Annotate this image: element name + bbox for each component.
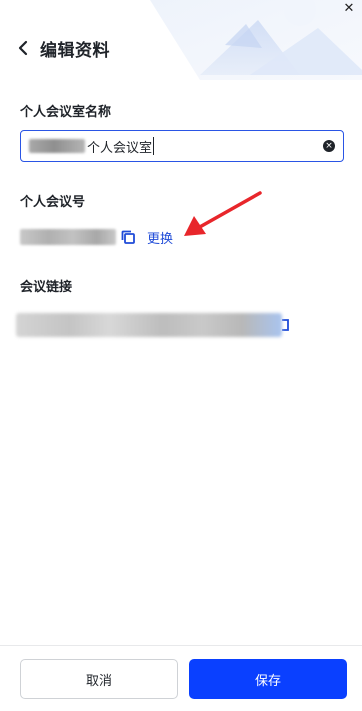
meeting-link-row xyxy=(16,312,290,338)
room-name-label: 个人会议室名称 xyxy=(20,105,112,120)
copy-icon[interactable] xyxy=(121,230,135,244)
page-title: 编辑资料 xyxy=(40,40,110,61)
redacted-meeting-link xyxy=(16,313,282,337)
redacted-name-prefix xyxy=(29,139,85,153)
close-button[interactable]: ✕ xyxy=(342,2,356,16)
clear-icon: × xyxy=(325,141,333,151)
room-name-value: 个人会议室 xyxy=(87,140,153,156)
back-button[interactable] xyxy=(18,38,32,58)
meeting-link-label: 会议链接 xyxy=(20,280,73,295)
redacted-room-number xyxy=(20,229,116,245)
cancel-button[interactable]: 取消 xyxy=(20,659,178,699)
room-name-input[interactable]: 个人会议室 × xyxy=(20,130,344,162)
room-number-label: 个人会议号 xyxy=(20,195,86,210)
room-number-row: 更换 xyxy=(20,227,173,247)
change-room-number-link[interactable]: 更换 xyxy=(147,228,173,247)
text-caret xyxy=(153,137,155,155)
chevron-left-icon xyxy=(18,40,28,56)
close-icon: ✕ xyxy=(343,1,355,16)
page-header: 编辑资料 xyxy=(18,36,110,61)
save-button[interactable]: 保存 xyxy=(189,659,347,699)
footer-divider xyxy=(0,645,362,646)
clear-input-button[interactable]: × xyxy=(323,140,335,152)
annotation-arrow-icon xyxy=(184,191,262,236)
